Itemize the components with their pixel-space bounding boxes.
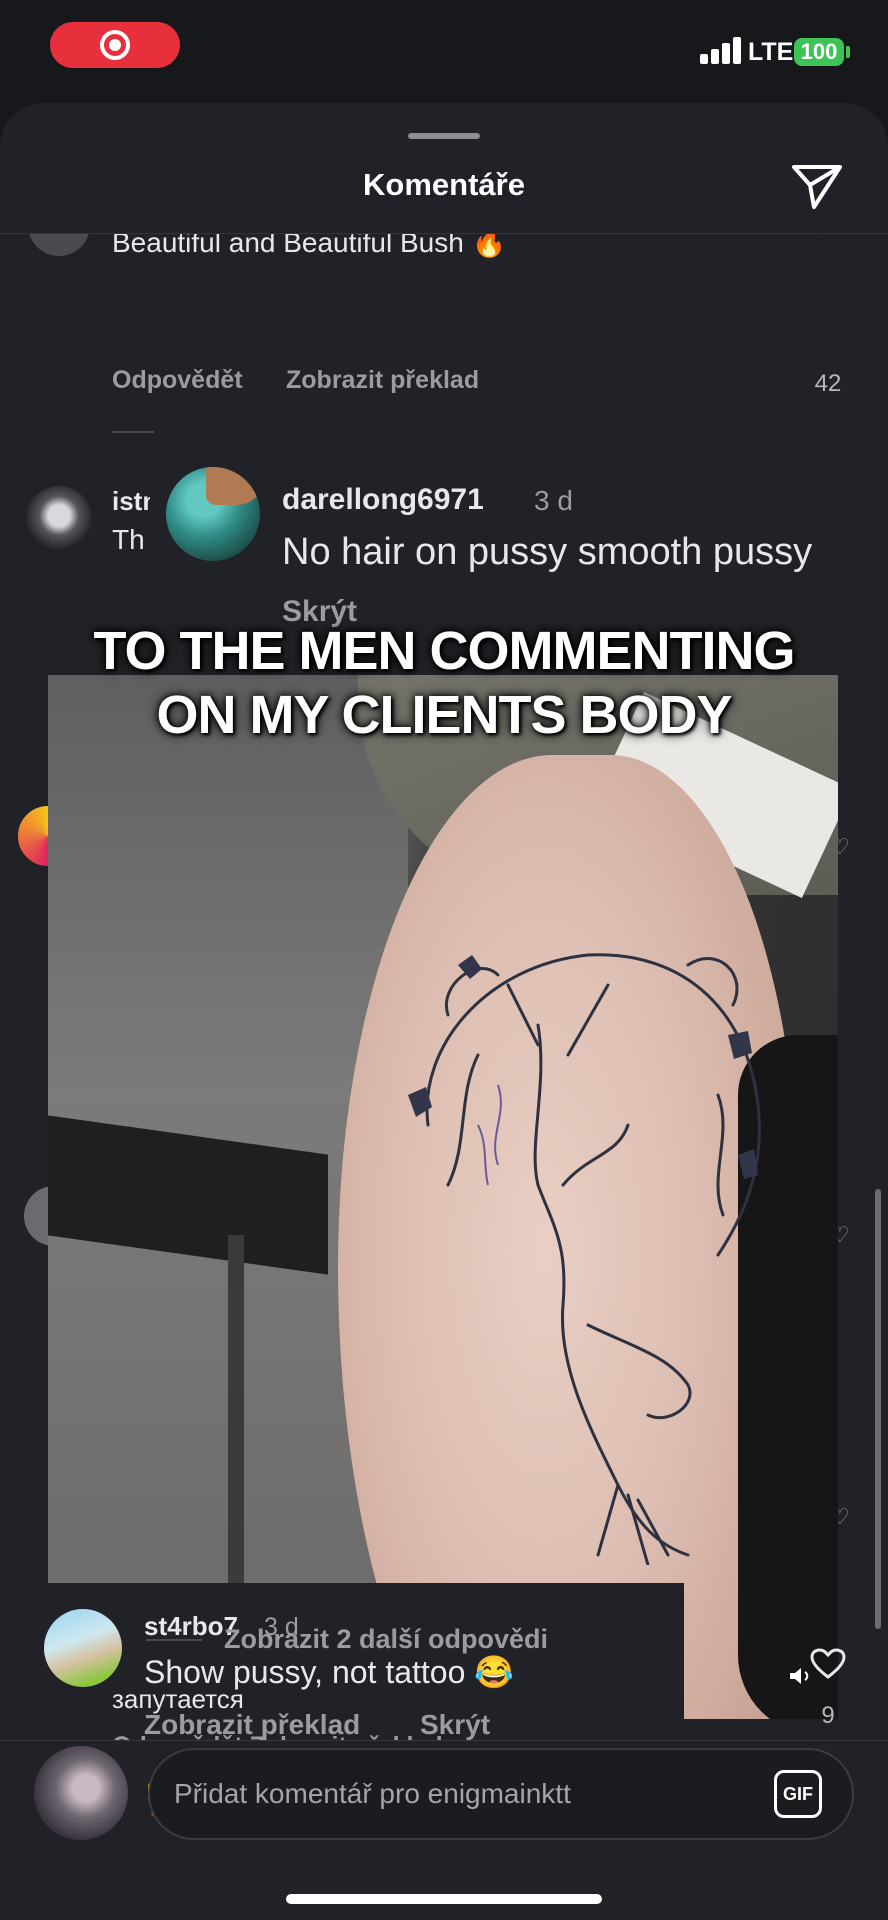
home-indicator[interactable] — [286, 1894, 602, 1904]
avatar[interactable] — [26, 486, 92, 552]
sheet-title: Komentáře — [363, 167, 525, 202]
comments-sheet: Komentáře Beautiful and Beautiful Bush 🔥… — [0, 103, 888, 1920]
comment-username[interactable]: darellong6971 — [282, 483, 484, 517]
scrollbar[interactable] — [875, 1189, 881, 1629]
reply-comment[interactable]: st4rbo7 3 d Show pussy, not tattoo 😂 Zob… — [24, 1583, 684, 1740]
comment-text: Th — [112, 524, 145, 555]
screen-record-indicator[interactable] — [50, 22, 180, 68]
user-avatar[interactable] — [34, 1746, 128, 1840]
comment-text: No hair on pussy smooth pussy — [282, 531, 813, 573]
show-more-replies[interactable]: Zobrazit 2 další odpovědi — [224, 1624, 548, 1655]
avatar[interactable] — [44, 1609, 122, 1687]
comment-meta[interactable]: Odpovědět Zobrazit překlad — [112, 1732, 443, 1740]
reply-link[interactable]: Odpovědět — [112, 366, 243, 395]
sheet-grabber[interactable] — [408, 133, 480, 139]
comment-text: Beautiful and Beautiful Bush 🔥 — [112, 234, 507, 258]
comment-input[interactable] — [174, 1770, 734, 1818]
comment-input-box: GIF — [148, 1748, 854, 1840]
gif-button[interactable]: GIF — [774, 1770, 822, 1818]
send-icon[interactable] — [790, 161, 844, 211]
chevron-down-icon[interactable]: ﹀ — [810, 234, 832, 252]
like-count: 42 — [814, 370, 842, 397]
like-count: 9 — [821, 1702, 835, 1729]
reply-comment[interactable]: darellong6971 3 d No hair on pussy smoot… — [150, 447, 888, 647]
comment-time: 3 d — [534, 485, 573, 516]
comments-list[interactable]: Beautiful and Beautiful Bush 🔥 Odpovědět… — [0, 234, 888, 1740]
battery-indicator: 100 — [794, 38, 844, 66]
avatar[interactable] — [28, 234, 90, 256]
video-overlay-line-1: TO THE MEN COMMENTING — [93, 621, 796, 681]
status-bar: LTE 100 — [0, 0, 888, 100]
translate-link[interactable]: Zobrazit překlad — [286, 366, 479, 395]
network-label: LTE — [748, 38, 794, 66]
comment-text: запутается — [112, 1684, 244, 1714]
avatar[interactable] — [166, 467, 260, 561]
video-overlay-line-2: ON MY CLIENTS BODY — [156, 685, 732, 745]
signal-icon — [700, 36, 744, 64]
video-player[interactable] — [48, 675, 838, 1719]
tattoo-drawing — [408, 953, 761, 1565]
heart-icon[interactable] — [810, 1648, 846, 1680]
